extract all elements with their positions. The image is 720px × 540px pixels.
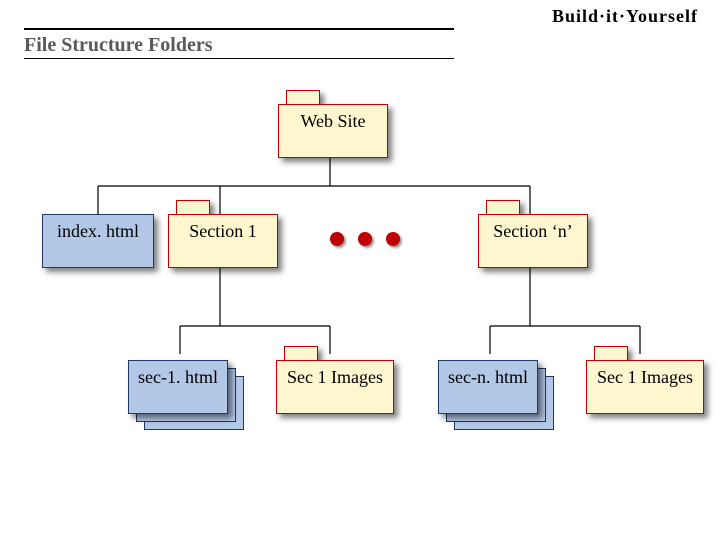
folder-sec1-images-label: Sec 1 Images bbox=[276, 360, 394, 414]
ellipsis-dot-icon bbox=[358, 232, 372, 246]
ellipsis-dot-icon bbox=[386, 232, 400, 246]
file-index: index. html bbox=[42, 214, 154, 268]
folder-secn-images-label: Sec 1 Images bbox=[586, 360, 704, 414]
title-underline bbox=[24, 58, 454, 59]
file-secn-html: sec-n. html bbox=[438, 360, 538, 414]
folder-sec1-images: Sec 1 Images bbox=[276, 360, 394, 414]
folder-root: Web Site bbox=[278, 104, 388, 158]
file-sec1-html: sec-1. html bbox=[128, 360, 228, 414]
folder-tab-icon bbox=[176, 200, 210, 214]
connector-lines bbox=[0, 0, 720, 540]
file-secn-html-label: sec-n. html bbox=[438, 360, 538, 414]
folder-tab-icon bbox=[594, 346, 628, 360]
folder-secn-images: Sec 1 Images bbox=[586, 360, 704, 414]
file-sec1-html-label: sec-1. html bbox=[128, 360, 228, 414]
ellipsis-dot-icon bbox=[330, 232, 344, 246]
folder-tab-icon bbox=[286, 90, 320, 104]
folder-section-n: Section ‘n’ bbox=[478, 214, 588, 268]
folder-root-label: Web Site bbox=[278, 104, 388, 158]
header-rule bbox=[24, 28, 454, 30]
page-title: File Structure Folders bbox=[24, 34, 212, 57]
folder-tab-icon bbox=[284, 346, 318, 360]
folder-section-1: Section 1 bbox=[168, 214, 278, 268]
brand-logo: Build·it·Yourself bbox=[552, 6, 698, 27]
folder-section-n-label: Section ‘n’ bbox=[478, 214, 588, 268]
logo-text: Build·it·Yourself bbox=[552, 6, 698, 26]
folder-tab-icon bbox=[486, 200, 520, 214]
file-index-label: index. html bbox=[42, 214, 154, 268]
folder-section-1-label: Section 1 bbox=[168, 214, 278, 268]
